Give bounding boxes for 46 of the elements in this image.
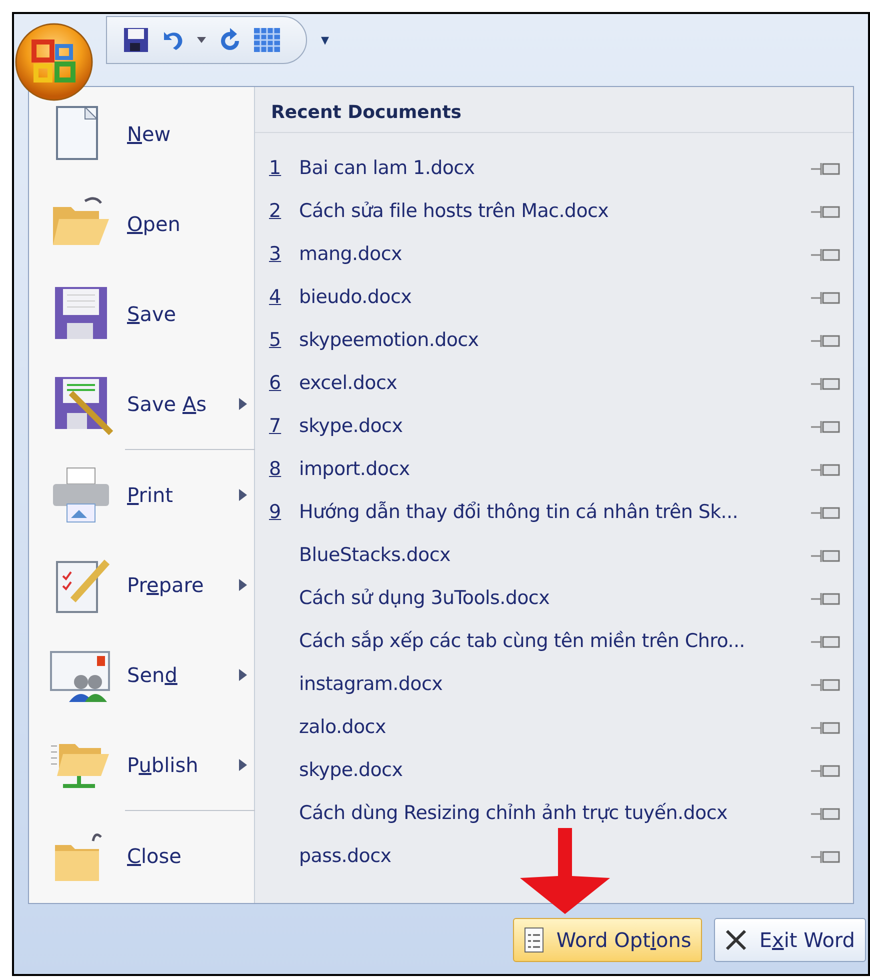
- customize-toolbar-button[interactable]: ▾: [321, 28, 330, 52]
- item-number: 3: [269, 243, 282, 266]
- recent-document[interactable]: import.docx: [299, 455, 811, 484]
- close-icon: [725, 929, 748, 951]
- redo-icon[interactable]: [218, 28, 242, 52]
- recent-document[interactable]: skype.docx: [299, 412, 811, 441]
- item-number: 8: [269, 458, 282, 480]
- recent-document[interactable]: Cách dùng Resizing chỉnh ảnh trực tuyến.docx: [299, 799, 811, 828]
- recent-document[interactable]: Hướng dẫn thay đổi thông tin cá nhân trên Sk...: [299, 498, 811, 527]
- menu-command[interactable]: Publish: [127, 750, 225, 780]
- menu-command[interactable]: Prepare: [127, 570, 225, 600]
- item-number: 9: [269, 501, 282, 524]
- menu-command[interactable]: New: [127, 119, 225, 149]
- menu-command[interactable]: Close: [127, 841, 225, 871]
- item-number: 2: [269, 200, 282, 222]
- menu-command[interactable]: Print: [127, 480, 225, 510]
- menu-command[interactable]: Open: [127, 209, 225, 239]
- recent-document[interactable]: instagram.docx: [299, 670, 811, 699]
- recent-document[interactable]: mang.docx: [299, 240, 811, 269]
- office-button[interactable]: [14, 22, 94, 102]
- save-icon[interactable]: [123, 27, 149, 53]
- recent-document[interactable]: skype.docx: [299, 756, 811, 785]
- recent-document[interactable]: skypeemotion.docx: [299, 326, 811, 355]
- menu-command[interactable]: Send: [127, 660, 225, 690]
- item-number: 7: [269, 415, 282, 438]
- table-icon[interactable]: [254, 28, 280, 52]
- recent-document[interactable]: zalo.docx: [299, 713, 811, 742]
- recent-documents-heading: Recent Documents: [255, 87, 853, 133]
- recent-document[interactable]: Bai can lam 1.docx: [299, 154, 811, 183]
- recent-document[interactable]: BlueStacks.docx: [299, 541, 811, 570]
- recent-document[interactable]: excel.docx: [299, 369, 811, 398]
- menu-command[interactable]: Save As: [127, 389, 225, 419]
- options-page-icon: [524, 927, 544, 953]
- recent-document[interactable]: Cách sử dụng 3uTools.docx: [299, 584, 811, 613]
- recent-document[interactable]: bieudo.docx: [299, 283, 811, 312]
- item-number: 1: [269, 157, 282, 180]
- item-number: 6: [269, 372, 282, 394]
- recent-document[interactable]: Cách sắp xếp các tab cùng tên miền trên Chro...: [299, 627, 811, 656]
- options-button[interactable]: Word Options: [513, 918, 702, 962]
- dropdown-arrow-icon[interactable]: [197, 37, 206, 43]
- recent-document[interactable]: Cách sửa file hosts trên Mac.docx: [299, 197, 811, 226]
- exit-button[interactable]: Exit Word: [714, 918, 866, 962]
- recent-document[interactable]: pass.docx: [299, 842, 811, 871]
- item-number: 4: [269, 286, 282, 308]
- item-number: 5: [269, 329, 282, 352]
- menu-command[interactable]: Save: [127, 299, 225, 329]
